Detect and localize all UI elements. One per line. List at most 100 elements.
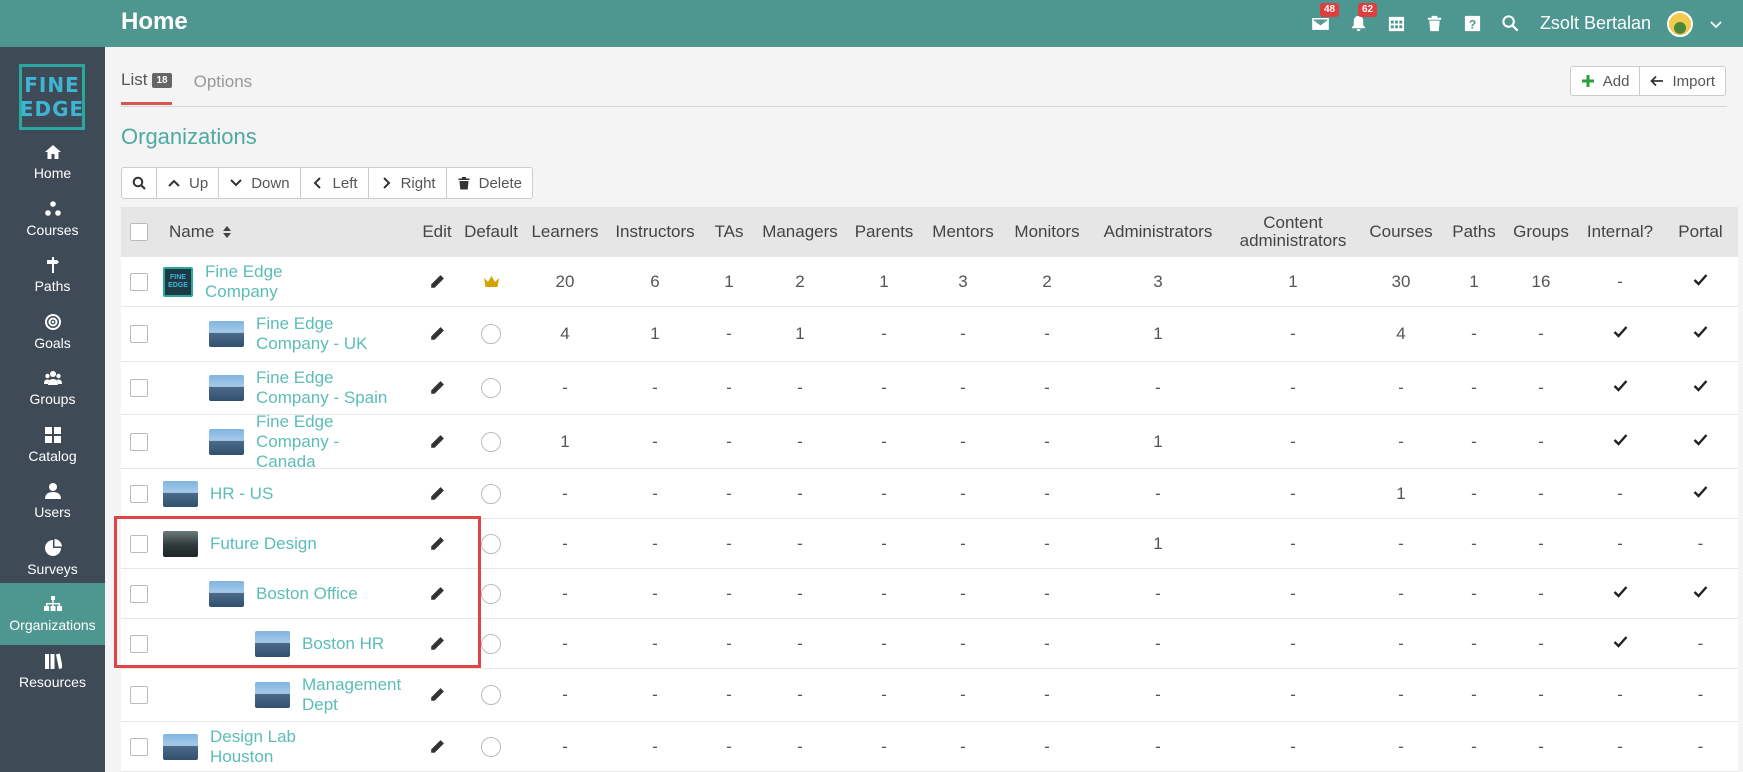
user-name[interactable]: Zsolt Bertalan [1540,13,1651,34]
row-checkbox[interactable] [130,325,148,343]
org-name-link[interactable]: Boston HR [302,634,384,654]
sidebar-item-users[interactable]: Users [0,470,105,532]
column-paths: Paths [1452,222,1496,241]
tab-options-label: Options [193,71,253,91]
table-row[interactable]: Fine Edge Company - Spain - - - - - - - - - - - - [121,362,1738,415]
column-name[interactable]: Name [157,207,417,257]
row-checkbox[interactable] [130,737,148,756]
calendar-icon[interactable] [1386,13,1408,35]
table-row[interactable]: Future Design - - - - - - - 1 - - - - - - [121,519,1738,569]
paths-cell: - [1471,633,1477,653]
chevron-down-icon[interactable] [1709,17,1723,31]
sidebar-item-organizations[interactable]: Organizations [0,583,105,645]
default-radio[interactable] [481,324,501,344]
move-up-button[interactable]: Up [157,168,220,198]
pencil-icon[interactable] [429,380,445,396]
content-cell: - [1290,583,1296,603]
table-row[interactable]: FINE EDGE Fine Edge Company 20 6 1 2 1 3 2 3 1 30 1 16… [121,257,1738,307]
courses-cell: - [1398,736,1404,756]
messages-icon[interactable]: 48 [1310,2,1340,35]
trash-icon[interactable] [1424,13,1446,35]
org-name-link[interactable]: Design Lab Houston [210,727,360,767]
avatar[interactable] [1667,10,1693,37]
org-name-link[interactable]: Fine Edge Company [205,262,355,302]
table-row[interactable]: Boston Office - - - - - - - - - - - - [121,569,1738,619]
pencil-icon[interactable] [429,586,445,602]
default-cell [457,722,525,771]
search-button[interactable] [122,168,157,198]
table-row[interactable]: HR - US - - - - - - - - - 1 - - - [121,469,1738,519]
org-name-link[interactable]: Future Design [210,534,317,554]
search-icon[interactable] [1500,13,1522,35]
check-icon [1692,323,1709,345]
import-button[interactable]: Import [1640,67,1725,95]
move-left-button[interactable]: Left [301,168,369,198]
default-radio[interactable] [481,533,501,554]
default-radio[interactable] [481,483,501,504]
tab-list[interactable]: List 18 [121,70,172,105]
move-down-button[interactable]: Down [219,168,301,198]
org-thumbnail [163,480,198,507]
sidebar-item-courses[interactable]: Courses [0,188,105,250]
pencil-icon[interactable] [429,434,445,450]
sidebar-item-paths[interactable]: Paths [0,244,105,306]
row-checkbox[interactable] [130,686,148,704]
row-checkbox[interactable] [130,634,148,653]
org-name-link[interactable]: Fine Edge Company - Canada [256,412,396,472]
pencil-icon[interactable] [429,739,445,755]
row-checkbox[interactable] [130,584,148,603]
pencil-icon[interactable] [429,274,445,290]
column-managers: Managers [762,222,838,241]
row-checkbox[interactable] [130,379,148,397]
chevron-down-icon [230,179,242,187]
org-name-link[interactable]: Management Dept [302,675,417,715]
pencil-icon[interactable] [429,326,445,342]
table-row[interactable]: Management Dept - - - - - - - - - - - - - - [121,669,1738,722]
org-name-link[interactable]: Boston Office [256,584,358,604]
pencil-icon[interactable] [429,536,445,552]
pencil-icon[interactable] [429,486,445,502]
sidebar-item-goals[interactable]: Goals [0,301,105,363]
table-row[interactable]: Boston HR - - - - - - - - - - - - - [121,619,1738,669]
table-row[interactable]: Design Lab Houston - - - - - - - - - - - - - - [121,722,1738,772]
default-radio[interactable] [481,431,501,452]
select-all-checkbox[interactable] [130,223,148,241]
add-button[interactable]: Add [1571,67,1641,95]
default-radio[interactable] [481,685,501,705]
row-checkbox[interactable] [130,272,148,291]
sidebar-item-home[interactable]: Home [0,131,105,193]
table-row[interactable]: Fine Edge Company - Canada 1 - - - - - - 1 - - - - [121,412,1738,472]
row-checkbox[interactable] [130,534,148,553]
tabs: List 18 Options [121,70,252,105]
org-name-link[interactable]: Fine Edge Company - UK [256,314,396,354]
table-row[interactable]: Fine Edge Company - UK 4 1 - 1 - - - 1 - 4 - - [121,307,1738,362]
sidebar-item-resources[interactable]: Resources [0,640,105,702]
sidebar-item-label: Goals [34,334,71,351]
sidebar-item-label: Organizations [9,617,96,633]
pencil-icon[interactable] [429,636,445,652]
delete-button[interactable]: Delete [447,168,532,198]
org-name-link[interactable]: Fine Edge Company - Spain [256,368,396,408]
row-checkbox[interactable] [130,484,148,503]
check-icon [1692,271,1709,293]
pencil-icon[interactable] [429,687,445,703]
paths-cell: - [1471,533,1477,553]
default-radio[interactable] [481,583,501,604]
default-radio[interactable] [481,736,501,757]
tabs-divider [121,106,1727,107]
move-right-button[interactable]: Right [369,168,447,198]
default-radio[interactable] [481,378,501,398]
org-name-link[interactable]: HR - US [210,484,273,504]
fine-edge-logo[interactable]: FINE EDGE [19,64,85,130]
row-checkbox[interactable] [130,432,148,451]
org-thumbnail [209,580,244,607]
sidebar-item-surveys[interactable]: Surveys [0,527,105,589]
tab-options[interactable]: Options [194,70,253,105]
sidebar-item-catalog[interactable]: Catalog [0,414,105,476]
check-icon [1692,377,1709,399]
column-content-line2: administrators [1239,231,1347,250]
notifications-icon[interactable]: 62 [1348,2,1378,35]
sidebar-item-groups[interactable]: Groups [0,357,105,419]
help-icon[interactable]: ? [1462,13,1484,35]
default-radio[interactable] [481,633,501,654]
